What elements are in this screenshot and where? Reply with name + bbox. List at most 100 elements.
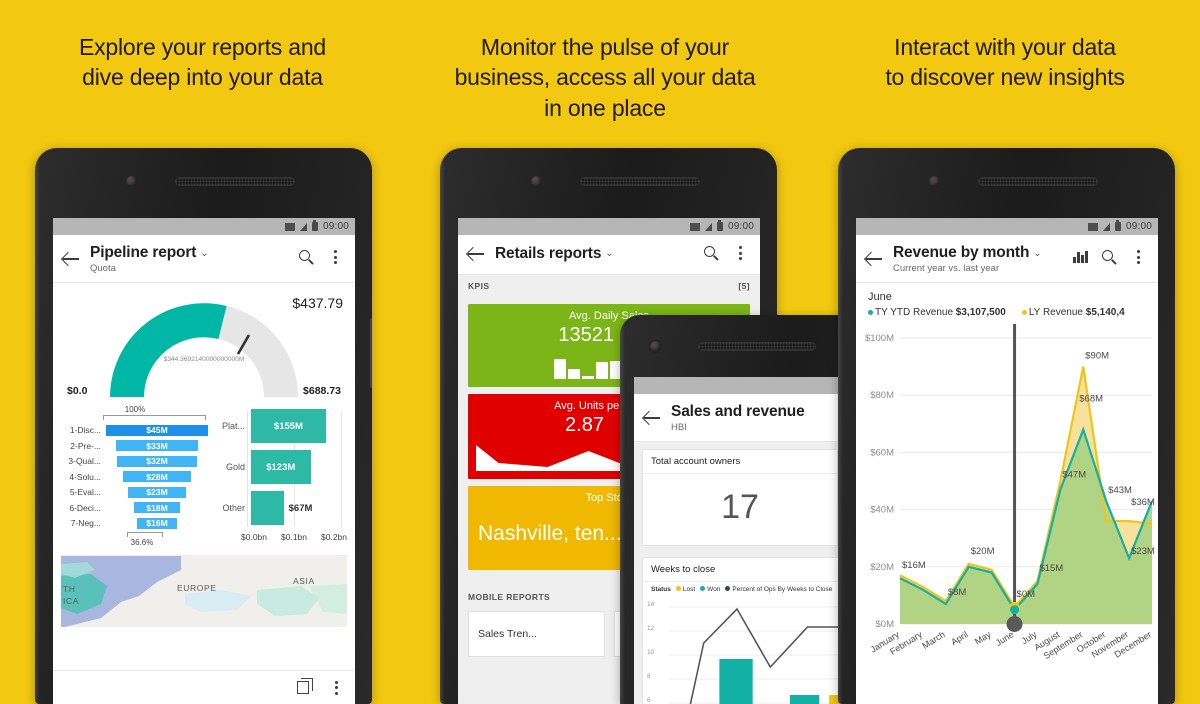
legend-item: Percent of Ops By Weeks to Close	[725, 586, 832, 593]
overflow-menu-button[interactable]	[326, 248, 345, 267]
funnel-bottom-label: 36.6%	[130, 538, 154, 547]
search-button[interactable]	[1101, 248, 1120, 267]
revenue-area-chart[interactable]: $0M $20M $40M $60M $80M $100M $16M $8M $20M $0M $…	[856, 218, 1158, 704]
charts-row: 100% 1-Disc... $45M 2-Pre-... $33M 3-Qual...…	[53, 401, 355, 547]
power-button[interactable]	[370, 318, 372, 388]
map-visual[interactable]: TH ICA EUROPE ASIA	[61, 555, 347, 627]
tier-category: Plat...	[221, 421, 245, 431]
tier-bar-wrap: $155M	[251, 409, 347, 443]
funnel-chart[interactable]: 100% 1-Disc... $45M 2-Pre-... $33M 3-Qual...…	[61, 405, 209, 547]
tier-bar[interactable]: $155M	[251, 409, 326, 443]
tier-bar-wrap: $67M	[251, 491, 347, 525]
funnel-row[interactable]: 4-Solu... $28M	[61, 470, 209, 484]
funnel-row[interactable]: 5-Eval... $23M	[61, 485, 209, 499]
speaker-grille	[580, 177, 700, 186]
phone-1-titles: Pipeline report ⌄ Quota	[90, 244, 289, 274]
funnel-category: 7-Neg...	[70, 518, 101, 528]
spark-bar	[582, 376, 594, 379]
report-tile[interactable]: Sales Tren...	[468, 611, 605, 657]
chart-view-button[interactable]	[1073, 248, 1092, 267]
wifi-icon	[1087, 222, 1098, 231]
tier-row[interactable]: Plat... $155M	[215, 409, 347, 443]
gauge-arc	[110, 303, 298, 398]
phone-4-bezel	[838, 148, 1175, 210]
total-account-owners-card[interactable]: Total account owners 17	[642, 449, 838, 546]
y-axis-tick: $80M	[870, 390, 894, 401]
page-title[interactable]: Revenue by month ⌄	[893, 244, 1064, 262]
back-arrow-icon[interactable]	[62, 249, 81, 268]
back-arrow-icon[interactable]	[643, 408, 662, 427]
tier-category: Gold	[225, 462, 245, 472]
tier-row[interactable]: Gold $123M	[215, 450, 347, 484]
funnel-bar[interactable]: $32M	[115, 454, 199, 468]
data-label: $20M	[971, 546, 995, 557]
funnel-category: 3-Qual...	[68, 456, 101, 466]
funnel-row[interactable]: 3-Qual... $32M	[61, 454, 209, 468]
funnel-category: 4-Solu...	[69, 471, 101, 482]
weeks-y-tick: 14	[647, 601, 655, 608]
search-button[interactable]	[703, 244, 722, 263]
data-label: $15M	[1039, 563, 1063, 574]
phone-1-screen: 09:00 Pipeline report ⌄ Quota $437.79 $3…	[53, 218, 355, 704]
copy-icon[interactable]	[297, 678, 313, 694]
kpi-section-count: [5]	[738, 281, 750, 291]
funnel-bar[interactable]: $16M	[136, 516, 178, 530]
revenue-chart-graphic: $0M $20M $40M $60M $80M $100M $16M $8M $20M $0M $…	[865, 218, 1155, 661]
legend-value: $5,140,4	[1085, 307, 1125, 318]
camera-icon	[531, 176, 542, 187]
chevron-down-icon[interactable]: ⌄	[1033, 248, 1041, 259]
data-label: $36M	[1131, 497, 1155, 508]
legend-item: Won	[700, 586, 720, 593]
funnel-bar[interactable]: $45M	[105, 423, 209, 437]
weeks-y-tick: 6	[647, 697, 651, 704]
data-label: $43M	[1108, 485, 1132, 496]
funnel-category: 2-Pre-...	[70, 440, 101, 451]
funnel-bar[interactable]: $23M	[127, 485, 187, 499]
page-title[interactable]: Retails reports ⌄	[495, 245, 694, 263]
card-value: 17	[721, 488, 759, 526]
phone-4: 09:00 Revenue by month ⌄ Current year vs…	[838, 148, 1175, 704]
legend-swatch	[675, 586, 681, 591]
funnel-bar[interactable]: $18M	[133, 501, 181, 514]
overflow-menu-icon	[1137, 250, 1140, 267]
tier-bar[interactable]	[251, 491, 284, 525]
gauge-chart[interactable]: $437.79 $344.3692140000000000M $0.0 $688…	[53, 283, 355, 401]
funnel-bar[interactable]: $28M	[121, 470, 193, 483]
funnel-bar[interactable]: $33M	[114, 439, 200, 452]
funnel-row[interactable]: 7-Neg... $16M	[61, 516, 209, 530]
phone-2-appbar: Retails reports ⌄	[458, 235, 760, 275]
speaker-grille	[978, 177, 1098, 186]
funnel-category: 1-Disc...	[69, 425, 101, 435]
tier-bar-chart[interactable]: Plat... $155M Gold $123M Other $67M $0.0bn $0.…	[215, 405, 347, 547]
funnel-top-bracket	[103, 415, 206, 420]
back-arrow-icon[interactable]	[865, 249, 884, 268]
y-axis-tick: $60M	[870, 447, 894, 458]
search-icon	[704, 246, 715, 257]
map-label-th: TH	[63, 584, 76, 594]
funnel-row[interactable]: 1-Disc... $45M	[61, 423, 209, 437]
overflow-menu-button[interactable]	[731, 244, 750, 263]
overflow-menu-icon	[335, 680, 338, 698]
back-arrow-icon[interactable]	[467, 244, 486, 263]
tier-bar-label: $67M	[288, 502, 313, 514]
battery-icon	[716, 220, 723, 231]
legend-item-ty: TY YTD Revenue $3,107,500	[868, 307, 1006, 318]
tooltip-month-label: June	[868, 291, 892, 303]
overflow-menu-button[interactable]	[1129, 248, 1148, 267]
battery-icon	[1114, 220, 1121, 231]
chevron-down-icon[interactable]: ⌄	[200, 248, 208, 259]
chevron-down-icon[interactable]: ⌄	[605, 248, 613, 259]
data-label: $16M	[902, 560, 926, 571]
tier-bar[interactable]: $123M	[251, 450, 311, 484]
legend-value: $3,107,500	[955, 307, 1006, 318]
page-title[interactable]: Pipeline report ⌄	[90, 244, 289, 262]
funnel-bar-wrap: $32M	[105, 454, 209, 468]
spark-bar	[568, 369, 580, 379]
map-label-ica: ICA	[63, 596, 79, 606]
funnel-row[interactable]: 2-Pre-... $33M	[61, 439, 209, 453]
tier-axis-tick: $0.2bn	[321, 532, 347, 542]
overflow-menu-button-bottom[interactable]	[335, 680, 339, 698]
tier-row[interactable]: Other $67M	[215, 491, 347, 525]
funnel-row[interactable]: 6-Deci... $18M	[61, 501, 209, 515]
search-button[interactable]	[298, 248, 317, 267]
